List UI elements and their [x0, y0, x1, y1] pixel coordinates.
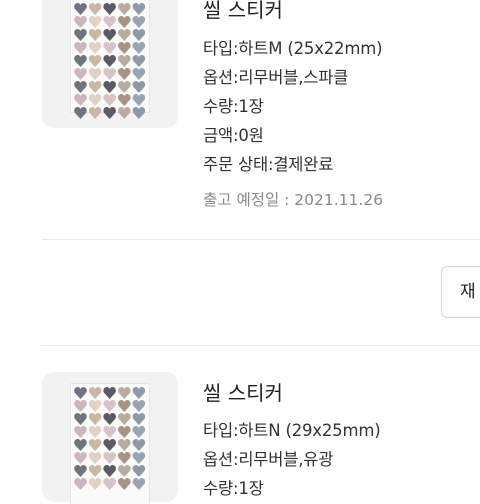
heart-sticker: [74, 29, 87, 41]
heart-sticker: [103, 29, 116, 41]
heart-sticker: [74, 3, 87, 15]
heart-sticker: [118, 29, 131, 41]
heart-sticker: [132, 68, 145, 80]
heart-sticker: [89, 107, 102, 119]
heart-sticker: [132, 81, 145, 93]
heart-sticker: [103, 81, 116, 93]
heart-sticker: [89, 387, 102, 399]
heart-sticker: [103, 68, 116, 80]
heart-sticker: [74, 439, 87, 451]
heart-sticker: [118, 94, 131, 106]
heart-sticker: [118, 439, 131, 451]
heart-sticker: [118, 413, 131, 425]
heart-sticker: [89, 68, 102, 80]
option-finish: 옵션:리무버블,스파클: [203, 68, 349, 87]
heart-sticker: [74, 107, 87, 119]
heart-sticker: [132, 452, 145, 464]
heart-sticker: [132, 387, 145, 399]
heart-sticker: [74, 81, 87, 93]
heart-sticker: [132, 94, 145, 106]
heart-sticker: [74, 452, 87, 464]
heart-sticker: [132, 439, 145, 451]
order-status: 주문 상태:결제완료: [203, 155, 334, 174]
heart-sticker: [118, 426, 131, 438]
heart-sticker: [132, 426, 145, 438]
heart-sticker: [89, 29, 102, 41]
heart-sticker: [103, 16, 116, 28]
divider: [42, 239, 480, 240]
heart-sticker: [103, 400, 116, 412]
heart-sticker: [89, 42, 102, 54]
heart-sticker: [74, 465, 87, 477]
heart-sticker: [89, 3, 102, 15]
product-thumbnail-2[interactable]: [42, 372, 178, 504]
heart-sticker: [89, 439, 102, 451]
heart-sticker: [103, 426, 116, 438]
heart-sticker: [103, 42, 116, 54]
heart-sticker: [118, 465, 131, 477]
heart-sticker: [89, 465, 102, 477]
heart-sticker: [74, 400, 87, 412]
heart-sticker: [103, 413, 116, 425]
heart-sticker: [74, 387, 87, 399]
heart-sticker: [103, 55, 116, 67]
heart-sticker: [89, 55, 102, 67]
heart-sticker: [89, 413, 102, 425]
heart-sticker: [89, 16, 102, 28]
heart-sticker: [89, 81, 102, 93]
sticker-sheet-image: [71, 0, 149, 112]
heart-sticker: [74, 413, 87, 425]
heart-sticker: [118, 400, 131, 412]
amount: 금액:0원: [203, 126, 264, 145]
heart-sticker: [132, 107, 145, 119]
option-finish: 옵션:리무버블,유광: [203, 450, 334, 469]
order-action-button[interactable]: 재: [441, 266, 480, 318]
heart-sticker: [118, 81, 131, 93]
heart-sticker: [103, 3, 116, 15]
heart-sticker: [132, 55, 145, 67]
heart-sticker: [103, 439, 116, 451]
option-type: 타입:하트N (29x25mm): [203, 421, 381, 440]
quantity: 수량:1장: [203, 479, 264, 498]
heart-sticker: [118, 387, 131, 399]
heart-sticker: [74, 42, 87, 54]
heart-sticker: [74, 55, 87, 67]
heart-sticker: [118, 42, 131, 54]
heart-sticker: [118, 107, 131, 119]
heart-sticker: [103, 452, 116, 464]
heart-sticker: [118, 16, 131, 28]
heart-sticker: [89, 94, 102, 106]
quantity: 수량:1장: [203, 97, 264, 116]
heart-sticker: [118, 3, 131, 15]
heart-sticker: [132, 42, 145, 54]
product-title: 씰 스티커: [203, 381, 283, 405]
heart-sticker: [74, 94, 87, 106]
heart-sticker: [89, 452, 102, 464]
heart-sticker: [74, 426, 87, 438]
option-type: 타입:하트M (25x22mm): [203, 39, 383, 58]
heart-sticker: [74, 16, 87, 28]
heart-sticker: [132, 400, 145, 412]
heart-sticker: [103, 107, 116, 119]
heart-sticker: [103, 94, 116, 106]
heart-sticker: [132, 29, 145, 41]
heart-sticker: [89, 400, 102, 412]
sticker-sheet-image: [71, 384, 149, 504]
product-thumbnail-1[interactable]: [42, 0, 178, 128]
heart-sticker: [118, 68, 131, 80]
ship-date: 출고 예정일 : 2021.11.26: [203, 191, 384, 209]
heart-sticker: [132, 16, 145, 28]
product-title: 씰 스티커: [203, 0, 283, 22]
heart-sticker: [118, 452, 131, 464]
divider: [42, 345, 480, 346]
heart-sticker: [103, 465, 116, 477]
heart-sticker: [132, 3, 145, 15]
heart-sticker: [89, 426, 102, 438]
heart-sticker: [74, 68, 87, 80]
heart-sticker: [132, 465, 145, 477]
heart-sticker: [103, 387, 116, 399]
heart-sticker: [118, 55, 131, 67]
heart-sticker: [132, 413, 145, 425]
